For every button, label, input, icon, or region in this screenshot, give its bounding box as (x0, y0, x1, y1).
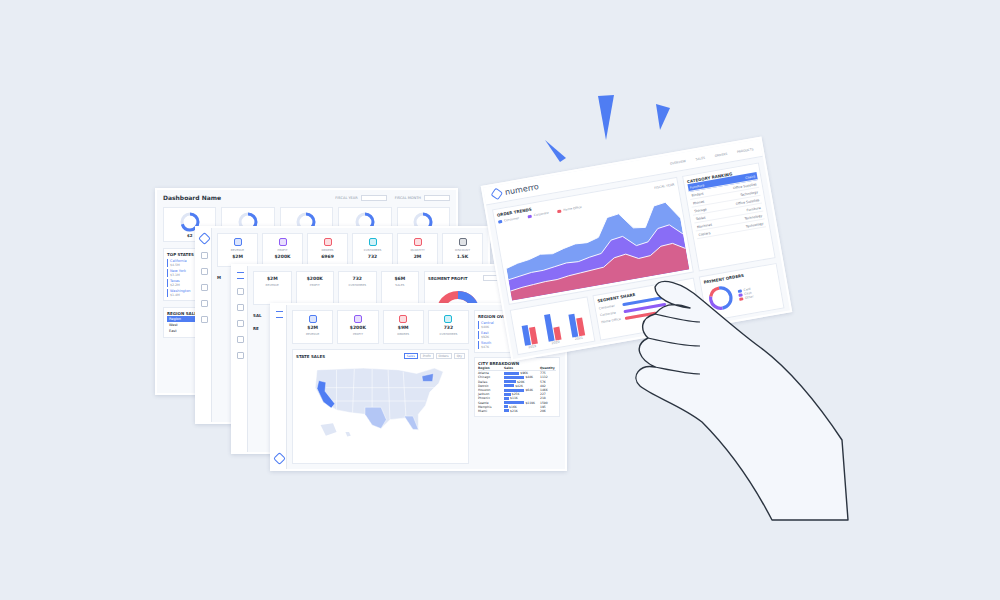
kpi-icon (459, 238, 467, 246)
state-shape[interactable] (365, 407, 386, 428)
kpi-card: $2M REVENUE (253, 271, 292, 305)
spark-icon (545, 140, 566, 162)
map-tab[interactable]: Orders (436, 353, 452, 359)
kpi-card: PROFIT $200K (262, 233, 303, 267)
bar-group: 2019 (520, 310, 539, 350)
kpi-card: $9M ORDERS (383, 310, 424, 344)
kpi-icon (399, 315, 407, 323)
nav-icon[interactable] (237, 336, 244, 343)
kpi-icon (234, 238, 242, 246)
logo-icon (198, 232, 211, 245)
ranking-row[interactable]: MachinesTechnology (694, 211, 764, 231)
bar-group: 2020 (543, 306, 562, 346)
logo-icon (273, 452, 286, 465)
nav-icon[interactable] (201, 284, 208, 291)
nav-item[interactable]: SALES (695, 155, 705, 161)
filter[interactable]: FISCAL MONTH (395, 195, 450, 201)
logo: numerro (492, 182, 540, 199)
kpi-icon (309, 315, 317, 323)
city-row: Phoenix $11K 218 (478, 396, 556, 400)
us-map (306, 361, 456, 441)
kpi-card: 732 CUSTOMERS (428, 310, 469, 344)
city-row: Chicago $48K 1132 (478, 375, 556, 379)
kpi-card: DISCOUNT 1.5K (442, 233, 483, 267)
city-row: Memphis $16K 195 (478, 405, 556, 409)
hand-icon (0, 0, 1000, 600)
kpi-card: 732 CUSTOMERS (338, 271, 377, 305)
nav-icon[interactable] (237, 304, 244, 311)
nav-item[interactable]: ORDERS (714, 151, 727, 157)
city-breakdown: CITY BREAKDOWN RegionSalesQuantity Atlan… (474, 357, 560, 417)
city-row: Houston $64K 1466 (478, 388, 556, 392)
nav-item[interactable]: OVERVIEW (670, 159, 686, 166)
nav-icon[interactable] (237, 352, 244, 359)
kpi-card: CUSTOMERS 732 (352, 233, 393, 267)
map-tab[interactable]: Qty (454, 353, 465, 359)
city-row: Jackson $25K 227 (478, 392, 556, 396)
kpi-icon (324, 238, 332, 246)
card-header: Dashboard Name FISCAL YEAR FISCAL MONTH (163, 194, 450, 201)
sidebar (197, 228, 212, 422)
kpi-icon (279, 238, 287, 246)
nav-icon[interactable] (201, 252, 208, 259)
kpi-card: ORDERS 6969 (307, 233, 348, 267)
payment-orders: PAYMENT ORDERS CardCashOther (699, 263, 785, 322)
nav-item[interactable]: PRODUCTS (737, 147, 754, 154)
kpi-icon (354, 315, 362, 323)
ranking-row[interactable]: StorageOffice Supplies (692, 196, 762, 216)
kpi-row: $2M REVENUE$200K PROFIT732 CUSTOMERS$6M … (253, 271, 419, 305)
map-tab[interactable]: Sales (404, 353, 418, 359)
illustration: Dashboard Name FISCAL YEAR FISCAL MONTH $… (0, 0, 1000, 600)
kpi-icon (444, 315, 452, 323)
kpi-row: $2M REVENUE $200K PROFIT $9M ORDERS 732 … (292, 310, 469, 344)
kpi-icon (369, 238, 377, 246)
nav-icon[interactable] (237, 320, 244, 327)
dashboard-title: Dashboard Name (163, 194, 221, 201)
city-row: Atlanta $96K 775 (478, 371, 556, 375)
legend-item: Other (739, 295, 754, 301)
kpi-card: $200K PROFIT (296, 271, 335, 305)
state-shape[interactable] (317, 381, 335, 409)
bar (553, 326, 561, 340)
legend-item: Home Office (557, 205, 582, 213)
state-shape[interactable] (404, 416, 418, 429)
nav-icon[interactable] (201, 268, 208, 275)
legend-item: Corporate (528, 211, 549, 219)
ranking-row[interactable]: TablesFurniture (693, 204, 763, 224)
numerro-dashboard: numerro OVERVIEWSALESORDERSPRODUCTS ORDE… (481, 137, 793, 362)
donut-chart (705, 282, 737, 314)
kpi-row: REVENUE $2M PROFIT $200K ORDERS 6969 CUS… (217, 233, 483, 267)
map-tab[interactable]: Profit (420, 353, 434, 359)
sidebar (272, 305, 287, 469)
state-shape[interactable] (421, 373, 433, 381)
kpi-card: QUANTITY 2M (397, 233, 438, 267)
nav-icon[interactable] (237, 288, 244, 295)
spark-icon (598, 95, 614, 140)
nav-icon[interactable] (201, 316, 208, 323)
kpi-card: REVENUE $2M (217, 233, 258, 267)
category-ranking: CATEGORY RANKING FurnitureChairsBindersO… (682, 162, 776, 271)
city-row: Seattle $119K 1590 (478, 401, 556, 405)
bar-group: 2021 (566, 302, 585, 342)
kpi-icon (414, 238, 422, 246)
sidebar (233, 266, 248, 452)
kpi-card: $2M REVENUE (292, 310, 333, 344)
spark-icon (656, 104, 670, 130)
city-row: Dallas $20K 576 (478, 380, 556, 384)
menu-icon[interactable] (276, 311, 283, 318)
bar-chart: 2019 2020 2021 (510, 297, 596, 356)
state-sales: STATE SALES SalesProfitOrdersQty (292, 349, 469, 464)
nav-icon[interactable] (201, 300, 208, 307)
legend-item: Consumer (498, 216, 520, 224)
menu-icon[interactable] (237, 272, 244, 279)
city-row: Detroit $42K 482 (478, 384, 556, 388)
kpi-card: $200K PROFIT (337, 310, 378, 344)
kpi-card: $6M SALES (381, 271, 420, 305)
city-row: Miami $21K 206 (478, 409, 556, 413)
ranking-row[interactable]: PhonesTechnology (690, 188, 760, 208)
logo-icon (491, 188, 504, 201)
filter[interactable]: FISCAL YEAR (335, 195, 386, 201)
